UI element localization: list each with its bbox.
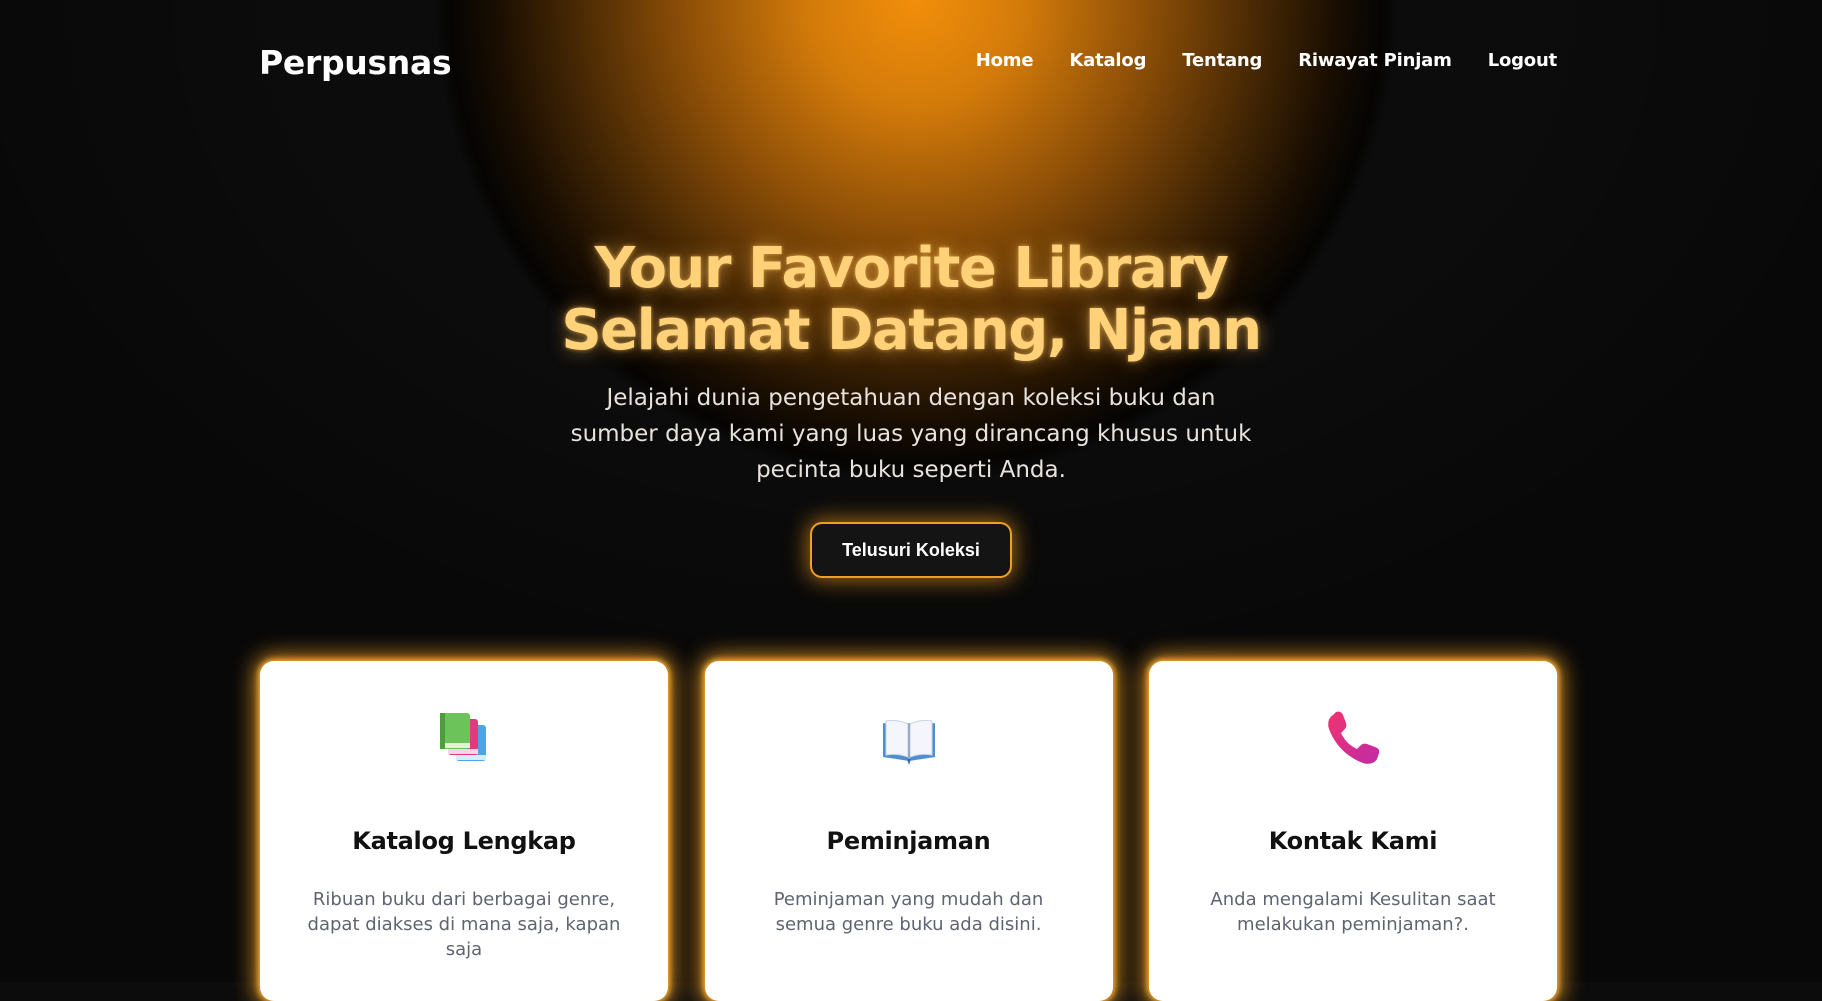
nav-menu: Home Katalog Tentang Riwayat Pinjam Logo…	[976, 38, 1557, 82]
books-icon	[434, 709, 494, 769]
telephone-icon	[1323, 709, 1383, 769]
feature-card-contact[interactable]: Kontak Kami Anda mengalami Kesulitan saa…	[1149, 661, 1557, 1001]
feature-description: Peminjaman yang mudah dan semua genre bu…	[773, 889, 1044, 935]
feature-title: Kontak Kami	[1268, 827, 1438, 855]
nav-link-tentang[interactable]: Tentang	[1182, 50, 1262, 71]
nav-link-riwayat-pinjam[interactable]: Riwayat Pinjam	[1298, 50, 1452, 71]
feature-title: Peminjaman	[826, 827, 991, 855]
feature-cards: Katalog Lengkap Ribuan buku dari berbaga…	[260, 661, 1557, 1001]
explore-collection-button[interactable]: Telusuri Koleksi	[812, 524, 1010, 576]
hero-title-line1: Your Favorite Library	[594, 236, 1229, 301]
feature-card-catalog[interactable]: Katalog Lengkap Ribuan buku dari berbaga…	[260, 661, 668, 1001]
feature-title: Katalog Lengkap	[352, 827, 576, 855]
nav-link-katalog[interactable]: Katalog	[1069, 50, 1146, 71]
navbar: Perpusnas Home Katalog Tentang Riwayat P…	[259, 38, 1557, 88]
brand-logo[interactable]: Perpusnas	[259, 38, 452, 88]
hero-title-line2: Selamat Datang, Njann	[561, 298, 1262, 363]
hero-title: Your Favorite Library Selamat Datang, Nj…	[511, 238, 1311, 362]
open-book-icon	[879, 709, 939, 769]
feature-description: Ribuan buku dari berbagai genre, dapat d…	[307, 889, 621, 960]
hero-subtitle: Jelajahi dunia pengetahuan dengan koleks…	[570, 385, 1252, 483]
feature-description: Anda mengalami Kesulitan saat melakukan …	[1210, 889, 1496, 935]
hero-section: Your Favorite Library Selamat Datang, Nj…	[511, 238, 1311, 576]
nav-link-home[interactable]: Home	[976, 50, 1034, 71]
feature-card-borrowing[interactable]: Peminjaman Peminjaman yang mudah dan sem…	[704, 661, 1113, 1001]
nav-link-logout[interactable]: Logout	[1488, 50, 1558, 71]
